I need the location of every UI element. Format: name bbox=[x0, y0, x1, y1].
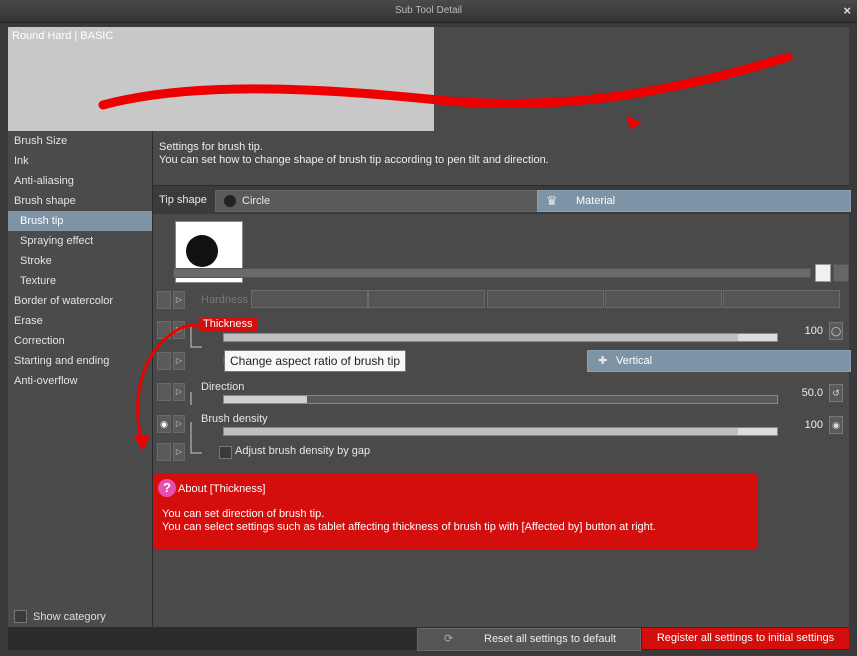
preview-stroke bbox=[98, 52, 793, 129]
window-title: Sub Tool Detail bbox=[394, 5, 463, 16]
material-button[interactable]: ♛ Material bbox=[537, 190, 851, 212]
description-line-1: Settings for brush tip. bbox=[159, 141, 263, 153]
sidebar-item-texture[interactable]: Texture bbox=[8, 271, 152, 291]
lock-icon[interactable] bbox=[157, 383, 171, 401]
thickness-label: Thickness bbox=[199, 317, 257, 331]
sidebar-item-brush-shape[interactable]: Brush shape bbox=[8, 191, 152, 211]
hardness-row: ▷ Hardness bbox=[153, 290, 849, 309]
slider-fill bbox=[224, 428, 739, 435]
category-sidebar: Brush Size Ink Anti-aliasing Brush shape… bbox=[8, 131, 153, 627]
hardness-segment[interactable] bbox=[605, 290, 722, 308]
vertical-button[interactable]: ✚ Vertical bbox=[587, 350, 851, 372]
material-label: Material bbox=[576, 195, 616, 207]
footer-bar: ⟳ Reset all settings to default Register… bbox=[8, 627, 849, 651]
tip-shape-preview bbox=[186, 235, 218, 267]
adjust-density-label: Adjust brush density by gap bbox=[235, 445, 371, 457]
sidebar-item-brush-size[interactable]: Brush Size bbox=[8, 131, 152, 151]
vertical-icon: ✚ bbox=[598, 355, 608, 367]
hardness-segment[interactable] bbox=[487, 290, 604, 308]
about-panel: ? About [Thickness] You can set directio… bbox=[154, 473, 758, 549]
show-category-label: Show category bbox=[33, 610, 106, 623]
circle-button[interactable]: Circle bbox=[215, 190, 539, 212]
about-line-2: You can select settings such as tablet a… bbox=[162, 521, 656, 533]
slider-fill bbox=[224, 396, 307, 403]
panel-description: Settings for brush tip. You can set how … bbox=[159, 141, 549, 167]
direction-slider[interactable] bbox=[223, 395, 778, 404]
adjust-density-row: ▷ Adjust brush density by gap bbox=[153, 441, 849, 461]
expand-icon[interactable]: ▷ bbox=[173, 415, 185, 433]
sidebar-item-border-of-watercolor[interactable]: Border of watercolor bbox=[8, 291, 152, 311]
about-line-1: You can set direction of brush tip. bbox=[162, 508, 325, 520]
tip-shape-label: Tip shape bbox=[159, 194, 207, 206]
slider-fill bbox=[224, 334, 739, 341]
delete-tip-icon[interactable] bbox=[833, 264, 849, 282]
lock-icon[interactable] bbox=[157, 321, 171, 339]
register-label: Register all settings to initial setting… bbox=[656, 632, 835, 644]
lock-icon[interactable] bbox=[157, 352, 171, 370]
brush-density-value[interactable]: 100 bbox=[805, 419, 823, 431]
title-bar: Sub Tool Detail × bbox=[0, 0, 857, 23]
affected-by-icon[interactable]: ◯ bbox=[829, 322, 843, 340]
thickness-slider[interactable] bbox=[223, 333, 778, 342]
show-category-checkbox[interactable]: Show category bbox=[14, 610, 106, 623]
expand-icon[interactable]: ▷ bbox=[173, 443, 185, 461]
add-tip-icon[interactable] bbox=[815, 264, 831, 282]
brush-preview: Round Hard | BASIC bbox=[8, 27, 849, 131]
direction-value[interactable]: 50.0 bbox=[802, 387, 823, 399]
direction-row: ▷ Direction 50.0 ↺ bbox=[153, 379, 849, 405]
vertical-label: Vertical bbox=[616, 355, 653, 367]
eye-icon[interactable]: ◉ bbox=[157, 415, 171, 433]
circle-icon bbox=[224, 195, 236, 207]
thickness-row: ▷ Thickness 100 ◯ bbox=[153, 317, 849, 343]
hardness-segment[interactable] bbox=[368, 290, 485, 308]
settings-panel: Settings for brush tip. You can set how … bbox=[153, 131, 851, 627]
close-icon[interactable]: × bbox=[843, 3, 851, 18]
sidebar-item-brush-tip[interactable]: Brush tip bbox=[8, 211, 152, 231]
help-icon: ? bbox=[158, 479, 176, 497]
brush-density-slider[interactable] bbox=[223, 427, 778, 436]
brush-density-label: Brush density bbox=[201, 413, 268, 425]
direction-label: Direction bbox=[201, 381, 245, 393]
hardness-segment[interactable] bbox=[723, 290, 840, 308]
tip-list-scrollbar[interactable] bbox=[173, 268, 811, 278]
tip-shape-row: Tip shape Circle ♛ Material bbox=[153, 185, 851, 214]
checkbox-icon[interactable] bbox=[14, 610, 27, 623]
brush-density-row: ◉ ▷ Brush density 100 ◉ bbox=[153, 411, 849, 437]
expand-icon[interactable]: ▷ bbox=[173, 383, 185, 401]
reset-button[interactable]: ⟳ Reset all settings to default bbox=[417, 628, 641, 651]
adjust-density-checkbox[interactable] bbox=[219, 446, 232, 459]
hardness-label: Hardness bbox=[201, 294, 249, 306]
expand-icon[interactable]: ▷ bbox=[173, 321, 185, 339]
thickness-value[interactable]: 100 bbox=[805, 325, 823, 337]
circle-label: Circle bbox=[242, 195, 271, 207]
lock-icon[interactable] bbox=[157, 291, 171, 309]
expand-icon[interactable]: ▷ bbox=[173, 352, 185, 370]
register-button[interactable]: Register all settings to initial setting… bbox=[642, 628, 849, 649]
material-icon: ♛ bbox=[546, 193, 558, 208]
sidebar-item-erase[interactable]: Erase bbox=[8, 311, 152, 331]
lock-icon[interactable] bbox=[157, 443, 171, 461]
sidebar-item-correction[interactable]: Correction bbox=[8, 331, 152, 351]
sidebar-item-anti-overflow[interactable]: Anti-overflow bbox=[8, 371, 152, 391]
hardness-segment[interactable] bbox=[251, 290, 368, 308]
reset-icon: ⟳ bbox=[444, 633, 454, 645]
direction-affected-icon[interactable]: ↺ bbox=[829, 384, 843, 402]
sidebar-item-stroke[interactable]: Stroke bbox=[8, 251, 152, 271]
sidebar-item-ink[interactable]: Ink bbox=[8, 151, 152, 171]
dropdown-arrow-icon[interactable]: ▼ bbox=[224, 234, 234, 245]
brush-name: Round Hard | BASIC bbox=[12, 30, 114, 42]
tooltip: Change aspect ratio of brush tip bbox=[224, 350, 407, 372]
description-line-2: You can set how to change shape of brush… bbox=[159, 154, 549, 166]
sidebar-item-starting-and-ending[interactable]: Starting and ending bbox=[8, 351, 152, 371]
pen-pressure-icon[interactable]: ◉ bbox=[829, 416, 843, 434]
expand-icon[interactable]: ▷ bbox=[173, 291, 185, 309]
reset-label: Reset all settings to default bbox=[484, 633, 617, 645]
about-title: About [Thickness] bbox=[178, 483, 266, 495]
sidebar-item-anti-aliasing[interactable]: Anti-aliasing bbox=[8, 171, 152, 191]
sidebar-item-spraying-effect[interactable]: Spraying effect bbox=[8, 231, 152, 251]
